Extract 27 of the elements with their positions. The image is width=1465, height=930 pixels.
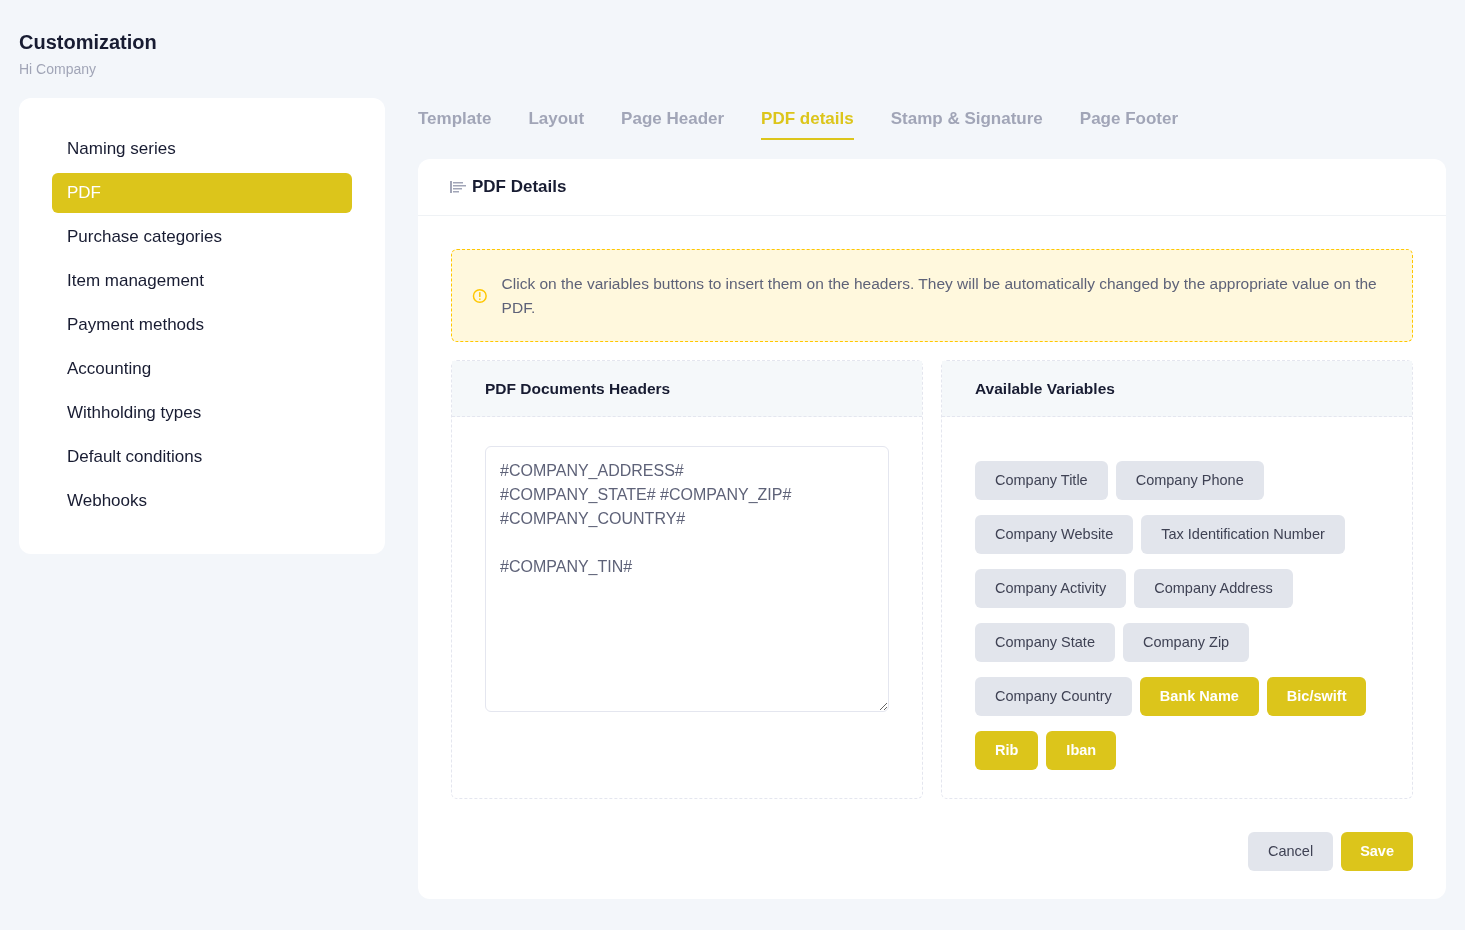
sidebar-item[interactable]: Item management bbox=[52, 261, 352, 301]
sidebar-item[interactable]: Payment methods bbox=[52, 305, 352, 345]
sidebar-item[interactable]: Purchase categories bbox=[52, 217, 352, 257]
sidebar-item[interactable]: Naming series bbox=[52, 129, 352, 169]
align-left-icon bbox=[450, 180, 466, 194]
cancel-button[interactable]: Cancel bbox=[1248, 832, 1334, 871]
variable-button[interactable]: Tax Identification Number bbox=[1141, 515, 1345, 554]
page-subtitle: Hi Company bbox=[19, 60, 98, 79]
variable-button[interactable]: Company State bbox=[975, 623, 1115, 662]
variable-button[interactable]: Company Country bbox=[975, 677, 1132, 716]
panel-title: PDF Documents Headers bbox=[485, 378, 671, 399]
info-icon bbox=[472, 287, 488, 304]
variable-button[interactable]: Company Website bbox=[975, 515, 1134, 554]
notice-text: Click on the variables buttons to insert them on the headers. They will be automatically changed by the appropriate value on the PDF. bbox=[501, 273, 1378, 318]
headers-textarea[interactable]: #COMPANY_ADDRESS# #COMPANY_STATE# #COMPANY_ZIP# #COMPANY_COUNTRY# #COMPANY_TIN# bbox=[485, 446, 889, 712]
variable-button[interactable]: Company Address bbox=[1134, 569, 1293, 608]
sidebar-item[interactable]: Withholding types bbox=[52, 393, 352, 433]
sidebar-item[interactable]: Accounting bbox=[52, 349, 352, 389]
panel-title: Available Variables bbox=[975, 378, 1115, 399]
page-title: Customization bbox=[19, 30, 158, 54]
variable-button[interactable]: Company Activity bbox=[975, 569, 1127, 608]
card-title: PDF Details bbox=[472, 176, 567, 199]
variable-button[interactable]: Company Zip bbox=[1122, 623, 1250, 662]
variable-button[interactable]: Company Phone bbox=[1115, 461, 1264, 500]
sidebar-item[interactable]: Default conditions bbox=[52, 437, 352, 477]
sidebar-item[interactable]: Webhooks bbox=[52, 481, 352, 521]
variable-button[interactable]: Company Title bbox=[975, 461, 1108, 500]
